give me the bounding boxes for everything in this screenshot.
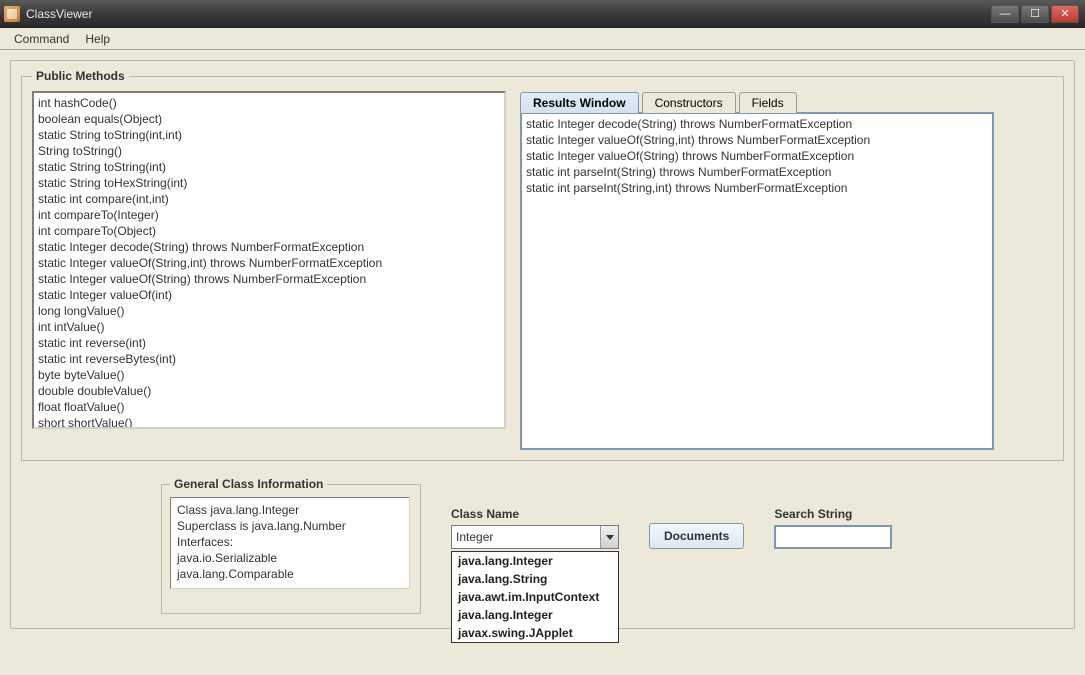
results-panel[interactable]: static Integer decode(String) throws Num… <box>520 112 994 450</box>
outer-panel: Public Methods int hashCode()boolean equ… <box>10 60 1075 629</box>
dropdown-item[interactable]: java.lang.Integer <box>452 606 618 624</box>
gci-line: Superclass is java.lang.Number <box>177 518 403 534</box>
result-item[interactable]: static int parseInt(String,int) throws N… <box>526 180 988 196</box>
chevron-down-icon[interactable] <box>600 526 618 548</box>
method-item[interactable]: static Integer valueOf(int) <box>38 287 500 303</box>
method-item[interactable]: static Integer valueOf(String) throws Nu… <box>38 271 500 287</box>
maximize-button[interactable]: ☐ <box>1021 5 1049 23</box>
method-item[interactable]: short shortValue() <box>38 415 500 429</box>
workspace: Public Methods int hashCode()boolean equ… <box>0 50 1085 675</box>
dropdown-item[interactable]: java.lang.String <box>452 570 618 588</box>
class-name-value: Integer <box>452 530 600 544</box>
dropdown-item[interactable]: java.lang.Integer <box>452 552 618 570</box>
tab-fields[interactable]: Fields <box>739 92 797 113</box>
result-item[interactable]: static Integer valueOf(String) throws Nu… <box>526 148 988 164</box>
general-class-info-group: General Class Information Class java.lan… <box>161 477 421 614</box>
gci-body: Class java.lang.IntegerSuperclass is jav… <box>170 497 410 589</box>
documents-button[interactable]: Documents <box>649 523 744 549</box>
method-item[interactable]: int compareTo(Integer) <box>38 207 500 223</box>
method-item[interactable]: double doubleValue() <box>38 383 500 399</box>
tab-constructors[interactable]: Constructors <box>642 92 736 113</box>
dropdown-item[interactable]: java.awt.im.InputContext <box>452 588 618 606</box>
close-button[interactable]: ✕ <box>1051 5 1079 23</box>
gci-line: java.lang.Comparable <box>177 566 403 582</box>
tabbar: Results Window Constructors Fields <box>520 91 994 112</box>
result-item[interactable]: static int parseInt(String) throws Numbe… <box>526 164 988 180</box>
gci-legend: General Class Information <box>170 477 327 491</box>
gci-line: Interfaces: <box>177 534 403 550</box>
menu-help[interactable]: Help <box>77 30 118 48</box>
public-methods-legend: Public Methods <box>32 69 129 83</box>
method-item[interactable]: static int compare(int,int) <box>38 191 500 207</box>
dropdown-item[interactable]: javax.swing.JApplet <box>452 624 618 642</box>
method-item[interactable]: byte byteValue() <box>38 367 500 383</box>
window-title: ClassViewer <box>26 7 991 21</box>
method-item[interactable]: int compareTo(Object) <box>38 223 500 239</box>
method-item[interactable]: static Integer decode(String) throws Num… <box>38 239 500 255</box>
search-input[interactable] <box>774 525 892 549</box>
public-methods-group: Public Methods int hashCode()boolean equ… <box>21 69 1064 461</box>
method-item[interactable]: int hashCode() <box>38 95 500 111</box>
minimize-button[interactable]: — <box>991 5 1019 23</box>
method-item[interactable]: float floatValue() <box>38 399 500 415</box>
method-item[interactable]: long longValue() <box>38 303 500 319</box>
result-item[interactable]: static Integer valueOf(String,int) throw… <box>526 132 988 148</box>
method-item[interactable]: int intValue() <box>38 319 500 335</box>
method-item[interactable]: String toString() <box>38 143 500 159</box>
class-name-group: Class Name Integer java.lang.Integerjava… <box>451 507 619 549</box>
class-name-dropdown[interactable]: java.lang.Integerjava.lang.Stringjava.aw… <box>451 551 619 643</box>
class-name-combo[interactable]: Integer <box>451 525 619 549</box>
gci-line: Class java.lang.Integer <box>177 502 403 518</box>
method-item[interactable]: static String toString(int,int) <box>38 127 500 143</box>
method-item[interactable]: static int reverse(int) <box>38 335 500 351</box>
method-item[interactable]: static Integer valueOf(String,int) throw… <box>38 255 500 271</box>
menu-command[interactable]: Command <box>6 30 77 48</box>
method-item[interactable]: boolean equals(Object) <box>38 111 500 127</box>
menubar: Command Help <box>0 28 1085 50</box>
method-item[interactable]: static String toHexString(int) <box>38 175 500 191</box>
gci-line: java.io.Serializable <box>177 550 403 566</box>
titlebar: ClassViewer — ☐ ✕ <box>0 0 1085 28</box>
window-controls: — ☐ ✕ <box>991 5 1079 23</box>
result-item[interactable]: static Integer decode(String) throws Num… <box>526 116 988 132</box>
app-icon <box>4 6 20 22</box>
class-name-label: Class Name <box>451 507 619 521</box>
methods-list[interactable]: int hashCode()boolean equals(Object)stat… <box>32 91 506 429</box>
search-label: Search String <box>774 507 892 521</box>
tab-results[interactable]: Results Window <box>520 92 639 113</box>
method-item[interactable]: static String toString(int) <box>38 159 500 175</box>
method-item[interactable]: static int reverseBytes(int) <box>38 351 500 367</box>
search-group: Search String <box>774 507 892 549</box>
